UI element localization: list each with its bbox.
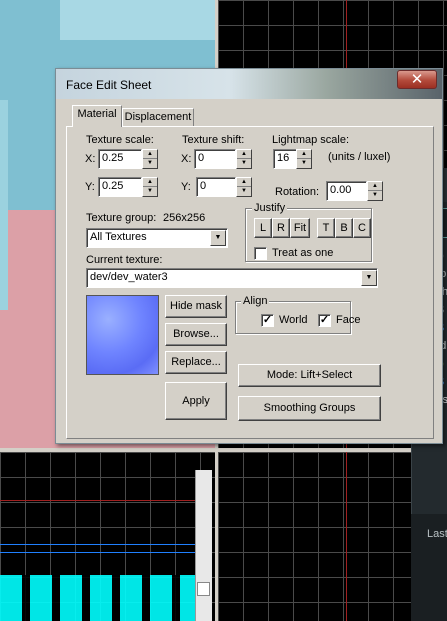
lightmap-scale-label: Lightmap scale: bbox=[272, 134, 350, 146]
justify-fit-button[interactable]: Fit bbox=[290, 218, 310, 238]
texture-scale-x-spinner[interactable]: ▲ ▼ bbox=[142, 149, 158, 169]
dialog-title: Face Edit Sheet bbox=[66, 78, 152, 92]
texture-scale-y-spinner[interactable]: ▲ ▼ bbox=[142, 177, 158, 197]
viewport-pillar bbox=[0, 100, 8, 310]
chat-footer-label: Last bbox=[427, 528, 447, 540]
tab-displacement[interactable]: Displacement bbox=[122, 108, 194, 127]
apply-button[interactable]: Apply bbox=[165, 382, 227, 420]
viewport-scrollbar[interactable] bbox=[195, 470, 212, 621]
brush-outline bbox=[0, 552, 195, 553]
tab-material[interactable]: Material bbox=[72, 105, 122, 127]
rotation-input[interactable]: 0.00 bbox=[326, 181, 367, 201]
justify-bottom-button[interactable]: B bbox=[335, 218, 353, 238]
spin-up-icon[interactable]: ▲ bbox=[368, 182, 382, 191]
spin-up-icon[interactable]: ▲ bbox=[297, 150, 311, 159]
texture-scale-y-label: Y: bbox=[85, 181, 95, 193]
current-texture-label: Current texture: bbox=[86, 254, 163, 266]
hide-mask-button[interactable]: Hide mask bbox=[165, 295, 227, 318]
justify-center-button[interactable]: C bbox=[353, 218, 371, 238]
texture-scale-x-input[interactable]: 0.25 bbox=[98, 149, 142, 169]
texture-group-value: All Textures bbox=[90, 231, 147, 243]
spin-down-icon[interactable]: ▼ bbox=[237, 187, 251, 196]
texture-scale-y-input[interactable]: 0.25 bbox=[98, 177, 142, 197]
texture-shift-x-spinner[interactable]: ▲ ▼ bbox=[236, 149, 252, 169]
texture-shift-y-spinner[interactable]: ▲ ▼ bbox=[236, 177, 252, 197]
justify-label: Justify bbox=[252, 202, 288, 214]
align-world-label: World bbox=[279, 314, 308, 326]
texture-group-select[interactable]: All Textures bbox=[86, 228, 228, 248]
texture-scale-x-label: X: bbox=[85, 153, 96, 165]
spin-down-icon[interactable]: ▼ bbox=[143, 159, 157, 168]
viewport-splitter-horizontal[interactable] bbox=[0, 448, 447, 452]
justify-right-button[interactable]: R bbox=[272, 218, 290, 238]
texture-group-label: Texture group: bbox=[86, 212, 157, 224]
mode-button[interactable]: Mode: Lift+Select bbox=[238, 364, 381, 387]
texture-preview bbox=[86, 295, 159, 375]
spin-up-icon[interactable]: ▲ bbox=[237, 150, 251, 159]
browse-button[interactable]: Browse... bbox=[165, 323, 227, 346]
smoothing-groups-button[interactable]: Smoothing Groups bbox=[238, 396, 381, 421]
chat-footer: Last bbox=[411, 514, 447, 621]
lightmap-scale-input[interactable]: 16 bbox=[273, 149, 297, 169]
spin-down-icon[interactable]: ▼ bbox=[237, 159, 251, 168]
face-edit-sheet-dialog[interactable]: Face Edit Sheet ✕ Material Displacement … bbox=[55, 68, 443, 444]
treat-as-one-checkbox[interactable] bbox=[254, 247, 267, 260]
texture-shift-label: Texture shift: bbox=[182, 134, 245, 146]
replace-button[interactable]: Replace... bbox=[165, 351, 227, 374]
rotation-label: Rotation: bbox=[275, 186, 320, 198]
spin-up-icon[interactable]: ▲ bbox=[237, 178, 251, 187]
spin-down-icon[interactable]: ▼ bbox=[368, 191, 382, 200]
align-face-label: Face bbox=[336, 314, 361, 326]
brush-outline bbox=[0, 544, 195, 545]
current-texture-combo[interactable]: dev/dev_water3 bbox=[86, 268, 378, 288]
close-button[interactable]: ✕ bbox=[397, 70, 437, 89]
lightmap-units-label: (units / luxel) bbox=[328, 151, 391, 163]
justify-left-button[interactable]: L bbox=[254, 218, 272, 238]
texture-shift-x-label: X: bbox=[181, 153, 192, 165]
spin-down-icon[interactable]: ▼ bbox=[297, 159, 311, 168]
spin-up-icon[interactable]: ▲ bbox=[143, 178, 157, 187]
grid-axis-line bbox=[0, 500, 195, 501]
chevron-down-icon[interactable]: ▼ bbox=[210, 230, 226, 246]
texture-size-label: 256x256 bbox=[163, 212, 206, 224]
align-face-checkbox[interactable]: ✓ bbox=[318, 314, 331, 327]
viewport-scrollbar-thumb[interactable] bbox=[197, 582, 210, 596]
texture-shift-x-input[interactable]: 0 bbox=[194, 149, 236, 169]
align-world-checkbox[interactable]: ✓ bbox=[261, 314, 274, 327]
grid-axis-line bbox=[346, 452, 347, 621]
texture-shift-y-input[interactable]: 0 bbox=[196, 177, 236, 197]
spin-down-icon[interactable]: ▼ bbox=[143, 187, 157, 196]
title-bar[interactable]: Face Edit Sheet ✕ bbox=[56, 69, 442, 99]
align-label: Align bbox=[241, 295, 270, 307]
rotation-spinner[interactable]: ▲ ▼ bbox=[367, 181, 383, 201]
tree-geometry bbox=[0, 575, 200, 621]
current-texture-value: dev/dev_water3 bbox=[90, 271, 168, 283]
treat-as-one-label: Treat as one bbox=[272, 247, 334, 259]
chevron-down-icon[interactable]: ▼ bbox=[361, 270, 377, 286]
lightmap-scale-spinner[interactable]: ▲ ▼ bbox=[296, 149, 312, 169]
texture-scale-label: Texture scale: bbox=[86, 134, 154, 146]
texture-shift-y-label: Y: bbox=[181, 181, 191, 193]
justify-top-button[interactable]: T bbox=[317, 218, 335, 238]
spin-up-icon[interactable]: ▲ bbox=[143, 150, 157, 159]
viewport-sky-highlight bbox=[60, 0, 215, 40]
